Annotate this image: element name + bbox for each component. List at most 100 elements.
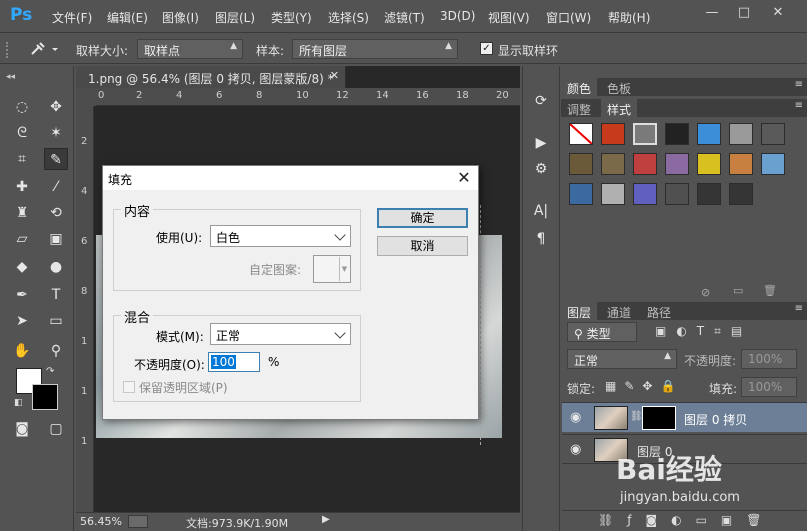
- rectangle-tool-icon[interactable]: ▭: [44, 310, 68, 332]
- style-swatch[interactable]: [601, 183, 625, 205]
- tab-layers[interactable]: 图层: [561, 302, 598, 320]
- lasso-tool-icon[interactable]: ᘓ: [10, 122, 34, 144]
- eyedropper-tool-icon[interactable]: ✎: [44, 148, 68, 170]
- menu-image[interactable]: 图像(I): [162, 9, 199, 26]
- screen-mode-icon[interactable]: ▢: [44, 418, 68, 440]
- style-swatch[interactable]: [665, 153, 689, 175]
- style-swatch[interactable]: [761, 153, 785, 175]
- healing-brush-tool-icon[interactable]: ✚: [10, 176, 34, 198]
- actions-panel-icon[interactable]: ▶: [528, 132, 554, 154]
- eyedropper-preset-icon[interactable]: [26, 39, 62, 59]
- layer-filter-icons[interactable]: ▣◐T⌗▤: [655, 324, 752, 339]
- hand-tool-icon[interactable]: ✋: [10, 340, 34, 362]
- layer-mask-thumbnail[interactable]: [642, 406, 676, 430]
- style-swatch[interactable]: [569, 123, 593, 145]
- menu-3d[interactable]: 3D(D): [440, 9, 475, 23]
- paragraph-panel-icon[interactable]: ¶: [528, 228, 554, 250]
- new-style-icon[interactable]: ▭: [733, 284, 743, 297]
- clear-style-icon[interactable]: ⊘: [701, 286, 710, 299]
- ok-button[interactable]: 确定: [377, 208, 468, 228]
- menu-file[interactable]: 文件(F): [52, 9, 92, 26]
- style-swatch[interactable]: [601, 123, 625, 145]
- lock-icons[interactable]: ▦✎✥🔒: [605, 379, 683, 393]
- swap-colors-icon[interactable]: ↷: [46, 366, 54, 377]
- visibility-eye-icon[interactable]: ◉: [570, 442, 581, 457]
- panel-menu-icon[interactable]: ≡: [795, 79, 803, 90]
- style-swatch[interactable]: [601, 153, 625, 175]
- zoom-level[interactable]: 56.45%: [80, 515, 122, 528]
- cancel-button[interactable]: 取消: [377, 236, 468, 256]
- tab-channels[interactable]: 通道: [601, 302, 637, 320]
- style-swatch[interactable]: [633, 123, 657, 145]
- blur-tool-icon[interactable]: ◆: [10, 256, 34, 278]
- style-swatch[interactable]: [569, 153, 593, 175]
- dialog-titlebar[interactable]: 填充: [103, 166, 478, 190]
- layer-opacity-input[interactable]: 100%: [741, 349, 797, 369]
- tab-styles[interactable]: 样式: [601, 99, 638, 117]
- default-colors-icon[interactable]: ◧: [14, 398, 23, 408]
- fill-input[interactable]: 100%: [741, 377, 797, 397]
- type-tool-icon[interactable]: T: [44, 284, 68, 306]
- menu-layer[interactable]: 图层(L): [215, 9, 255, 26]
- dialog-close-icon[interactable]: ✕: [453, 168, 475, 188]
- tab-color[interactable]: 颜色: [561, 78, 598, 96]
- delete-style-icon[interactable]: 🗑: [763, 284, 777, 297]
- use-select[interactable]: 白色: [210, 225, 351, 247]
- path-selection-tool-icon[interactable]: ➤: [10, 310, 34, 332]
- tab-adjustments[interactable]: 调整: [561, 99, 597, 117]
- quick-mask-icon[interactable]: ◙: [10, 418, 34, 440]
- history-brush-tool-icon[interactable]: ⟲: [44, 202, 68, 224]
- menu-filter[interactable]: 滤镜(T): [384, 9, 425, 26]
- document-tab[interactable]: 1.png @ 56.4% (图层 0 拷贝, 图层蒙版/8) * ✕: [76, 66, 346, 88]
- style-swatch[interactable]: [665, 123, 689, 145]
- style-swatch[interactable]: [697, 153, 721, 175]
- menu-view[interactable]: 视图(V): [488, 9, 530, 26]
- zoom-tool-icon[interactable]: ⚲: [44, 340, 68, 362]
- panel-menu-icon[interactable]: ≡: [795, 100, 803, 111]
- collapse-icon[interactable]: ◂◂: [6, 72, 15, 82]
- visibility-eye-icon[interactable]: ◉: [570, 410, 581, 425]
- history-panel-icon[interactable]: ⟳: [528, 90, 554, 112]
- layer-row[interactable]: ◉ ⛓ 图层 0 拷贝: [562, 402, 807, 432]
- style-swatch[interactable]: [761, 123, 785, 145]
- show-ring-checkbox[interactable]: ✓: [480, 42, 493, 55]
- crop-tool-icon[interactable]: ⌗: [10, 148, 34, 170]
- layer-blend-mode-select[interactable]: 正常 ▲: [567, 349, 677, 369]
- brush-tool-icon[interactable]: ⁄: [44, 176, 68, 198]
- minimize-button[interactable]: —: [701, 4, 723, 22]
- preserve-transparency-checkbox[interactable]: [123, 381, 135, 393]
- properties-panel-icon[interactable]: ⚙: [528, 158, 554, 180]
- menu-window[interactable]: 窗口(W): [546, 9, 591, 26]
- status-preview-icon[interactable]: [128, 515, 148, 528]
- style-swatch[interactable]: [697, 183, 721, 205]
- style-swatch[interactable]: [633, 153, 657, 175]
- menu-edit[interactable]: 编辑(E): [107, 9, 148, 26]
- panel-menu-icon[interactable]: ≡: [795, 303, 803, 314]
- tab-paths[interactable]: 路径: [641, 302, 677, 320]
- background-color-swatch[interactable]: [32, 384, 58, 410]
- chain-link-icon[interactable]: ⛓: [630, 411, 643, 422]
- layer-kind-filter[interactable]: ⚲ 类型: [567, 322, 637, 342]
- style-swatch[interactable]: [729, 123, 753, 145]
- marquee-tool-icon[interactable]: ◌: [10, 96, 34, 118]
- mode-select[interactable]: 正常: [210, 323, 351, 345]
- pen-tool-icon[interactable]: ✒: [10, 284, 34, 306]
- style-swatch[interactable]: [569, 183, 593, 205]
- sample-size-select[interactable]: 取样点 ▲: [137, 39, 243, 59]
- menu-type[interactable]: 类型(Y): [271, 9, 312, 26]
- gradient-tool-icon[interactable]: ▣: [44, 228, 68, 250]
- eraser-tool-icon[interactable]: ▱: [10, 228, 34, 250]
- menu-help[interactable]: 帮助(H): [608, 9, 650, 26]
- close-tab-icon[interactable]: ✕: [330, 69, 339, 82]
- style-swatch[interactable]: [729, 183, 753, 205]
- opacity-input[interactable]: 100: [208, 352, 260, 372]
- close-window-button[interactable]: ✕: [767, 4, 789, 22]
- menu-select[interactable]: 选择(S): [328, 9, 369, 26]
- magic-wand-tool-icon[interactable]: ✶: [44, 122, 68, 144]
- restore-button[interactable]: □: [733, 4, 755, 22]
- character-panel-icon[interactable]: A|: [528, 200, 554, 222]
- custom-pattern-picker[interactable]: ▼: [313, 255, 351, 283]
- move-tool-icon[interactable]: ✥: [44, 96, 68, 118]
- style-swatch[interactable]: [633, 183, 657, 205]
- style-swatch[interactable]: [729, 153, 753, 175]
